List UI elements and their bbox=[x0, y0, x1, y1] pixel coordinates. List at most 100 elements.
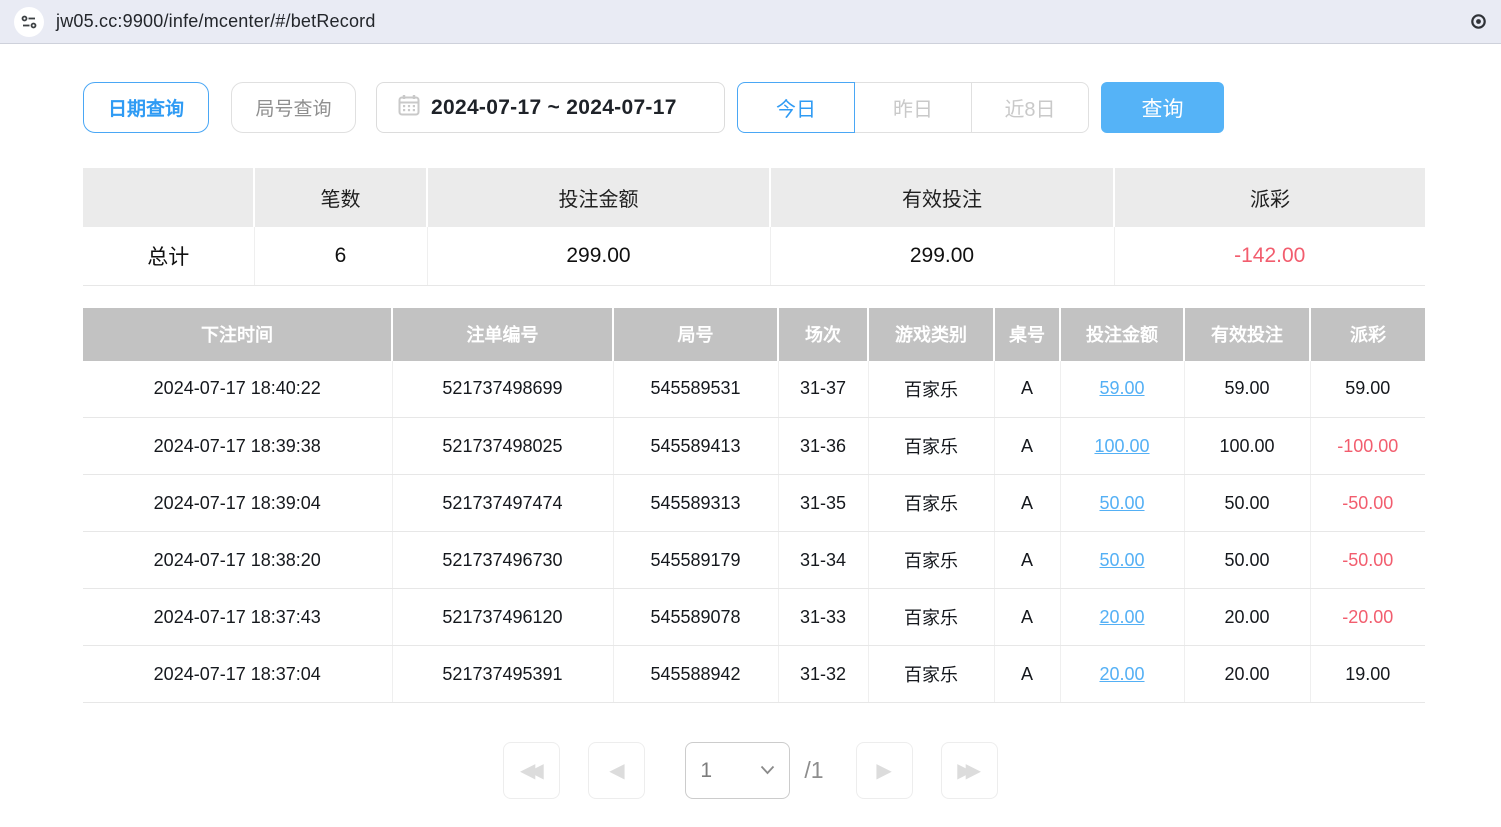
first-page-button[interactable]: ◀◀ bbox=[503, 742, 560, 799]
total-pages-label: /1 bbox=[804, 757, 823, 784]
col-header-payout: 派彩 bbox=[1310, 308, 1425, 361]
cell-table: A bbox=[994, 418, 1060, 475]
cell-session: 31-33 bbox=[778, 589, 868, 646]
cell-payout: 19.00 bbox=[1310, 646, 1425, 703]
cell-bet-time: 2024-07-17 18:39:04 bbox=[83, 475, 392, 532]
cell-valid-bet: 20.00 bbox=[1184, 646, 1310, 703]
right-arrow-icon: ▶ bbox=[876, 758, 891, 783]
filter-toolbar: 日期查询 局号查询 2024-07-17 ~ 2024-07-17 今日 bbox=[83, 82, 1425, 133]
table-row: 2024-07-17 18:39:04 521737497474 5455893… bbox=[83, 475, 1425, 532]
cell-bet-id: 521737496120 bbox=[392, 589, 613, 646]
cell-round: 545589078 bbox=[613, 589, 778, 646]
cell-round: 545589531 bbox=[613, 361, 778, 418]
cell-game-type: 百家乐 bbox=[868, 532, 994, 589]
calendar-icon bbox=[397, 93, 421, 122]
cell-table: A bbox=[994, 475, 1060, 532]
cell-table: A bbox=[994, 589, 1060, 646]
table-row: 2024-07-17 18:38:20 521737496730 5455891… bbox=[83, 532, 1425, 589]
cell-valid-bet: 50.00 bbox=[1184, 475, 1310, 532]
cell-bet-id: 521737497474 bbox=[392, 475, 613, 532]
cell-game-type: 百家乐 bbox=[868, 361, 994, 418]
browser-address-bar: jw05.cc:9900/infe/mcenter/#/betRecord bbox=[0, 0, 1501, 44]
summary-payout-value: -142.00 bbox=[1114, 227, 1425, 285]
cell-game-type: 百家乐 bbox=[868, 589, 994, 646]
cell-session: 31-32 bbox=[778, 646, 868, 703]
page-select[interactable]: 1 bbox=[685, 742, 790, 799]
cell-payout: 59.00 bbox=[1310, 361, 1425, 418]
bet-amount-link[interactable]: 20.00 bbox=[1099, 607, 1144, 627]
url-text[interactable]: jw05.cc:9900/infe/mcenter/#/betRecord bbox=[56, 11, 376, 32]
cell-valid-bet: 20.00 bbox=[1184, 589, 1310, 646]
bet-amount-link[interactable]: 20.00 bbox=[1099, 664, 1144, 684]
cell-game-type: 百家乐 bbox=[868, 418, 994, 475]
cell-payout: -20.00 bbox=[1310, 589, 1425, 646]
cell-table: A bbox=[994, 532, 1060, 589]
cell-table: A bbox=[994, 361, 1060, 418]
date-range-picker[interactable]: 2024-07-17 ~ 2024-07-17 bbox=[376, 82, 725, 133]
date-query-tab[interactable]: 日期查询 bbox=[83, 82, 209, 133]
cell-bet-id: 521737498025 bbox=[392, 418, 613, 475]
cell-bet-time: 2024-07-17 18:37:04 bbox=[83, 646, 392, 703]
records-header-row: 下注时间 注单编号 局号 场次 游戏类别 桌号 投注金额 有效投注 派彩 bbox=[83, 308, 1425, 361]
summary-bet-amount-value: 299.00 bbox=[427, 227, 770, 285]
round-query-tab[interactable]: 局号查询 bbox=[231, 82, 356, 133]
bet-amount-link[interactable]: 100.00 bbox=[1094, 436, 1149, 456]
target-icon[interactable] bbox=[1470, 13, 1487, 35]
cell-table: A bbox=[994, 646, 1060, 703]
col-header-game-type: 游戏类别 bbox=[868, 308, 994, 361]
last-page-button[interactable]: ▶▶ bbox=[941, 742, 998, 799]
summary-header-row: 笔数 投注金额 有效投注 派彩 bbox=[83, 168, 1425, 227]
today-button[interactable]: 今日 bbox=[737, 82, 855, 133]
cell-payout: -50.00 bbox=[1310, 532, 1425, 589]
cell-payout: -100.00 bbox=[1310, 418, 1425, 475]
cell-bet-time: 2024-07-17 18:39:38 bbox=[83, 418, 392, 475]
bet-amount-link[interactable]: 59.00 bbox=[1099, 378, 1144, 398]
cell-bet-time: 2024-07-17 18:37:43 bbox=[83, 589, 392, 646]
summary-count-value: 6 bbox=[254, 227, 427, 285]
left-arrow-icon: ◀ bbox=[609, 758, 624, 783]
cell-round: 545589179 bbox=[613, 532, 778, 589]
cell-round: 545589413 bbox=[613, 418, 778, 475]
cell-round: 545589313 bbox=[613, 475, 778, 532]
summary-table: 笔数 投注金额 有效投注 派彩 总计 6 299.00 299.00 -142.… bbox=[83, 168, 1425, 286]
page-select-value: 1 bbox=[700, 759, 760, 783]
bet-amount-link[interactable]: 50.00 bbox=[1099, 550, 1144, 570]
summary-header-valid-bet: 有效投注 bbox=[770, 168, 1114, 227]
col-header-round: 局号 bbox=[613, 308, 778, 361]
cell-payout: -50.00 bbox=[1310, 475, 1425, 532]
col-header-bet-amount: 投注金额 bbox=[1060, 308, 1184, 361]
col-header-bet-time: 下注时间 bbox=[83, 308, 392, 361]
search-button[interactable]: 查询 bbox=[1101, 82, 1224, 133]
summary-total-row: 总计 6 299.00 299.00 -142.00 bbox=[83, 227, 1425, 285]
cell-valid-bet: 59.00 bbox=[1184, 361, 1310, 418]
last-8-days-button[interactable]: 近8日 bbox=[971, 82, 1089, 133]
yesterday-button[interactable]: 昨日 bbox=[854, 82, 972, 133]
bet-record-page: 日期查询 局号查询 2024-07-17 ~ 2024-07-17 今日 bbox=[0, 82, 1425, 703]
date-range-value: 2024-07-17 ~ 2024-07-17 bbox=[431, 96, 677, 120]
col-header-bet-id: 注单编号 bbox=[392, 308, 613, 361]
col-header-valid-bet: 有效投注 bbox=[1184, 308, 1310, 361]
double-left-arrow-icon: ◀◀ bbox=[520, 758, 537, 783]
col-header-table: 桌号 bbox=[994, 308, 1060, 361]
table-row: 2024-07-17 18:39:38 521737498025 5455894… bbox=[83, 418, 1425, 475]
cell-session: 31-34 bbox=[778, 532, 868, 589]
summary-header-payout: 派彩 bbox=[1114, 168, 1425, 227]
chevron-down-icon bbox=[760, 762, 775, 780]
cell-bet-time: 2024-07-17 18:38:20 bbox=[83, 532, 392, 589]
table-row: 2024-07-17 18:37:04 521737495391 5455889… bbox=[83, 646, 1425, 703]
previous-page-button[interactable]: ◀ bbox=[588, 742, 645, 799]
cell-bet-id: 521737498699 bbox=[392, 361, 613, 418]
cell-session: 31-35 bbox=[778, 475, 868, 532]
table-row: 2024-07-17 18:37:43 521737496120 5455890… bbox=[83, 589, 1425, 646]
cell-round: 545588942 bbox=[613, 646, 778, 703]
next-page-button[interactable]: ▶ bbox=[856, 742, 913, 799]
cell-session: 31-36 bbox=[778, 418, 868, 475]
quick-date-button-group: 今日 昨日 近8日 bbox=[737, 82, 1089, 133]
cell-bet-id: 521737495391 bbox=[392, 646, 613, 703]
site-settings-icon[interactable] bbox=[14, 7, 44, 37]
cell-valid-bet: 50.00 bbox=[1184, 532, 1310, 589]
summary-valid-bet-value: 299.00 bbox=[770, 227, 1114, 285]
summary-total-label: 总计 bbox=[83, 227, 254, 285]
bet-amount-link[interactable]: 50.00 bbox=[1099, 493, 1144, 513]
cell-game-type: 百家乐 bbox=[868, 475, 994, 532]
